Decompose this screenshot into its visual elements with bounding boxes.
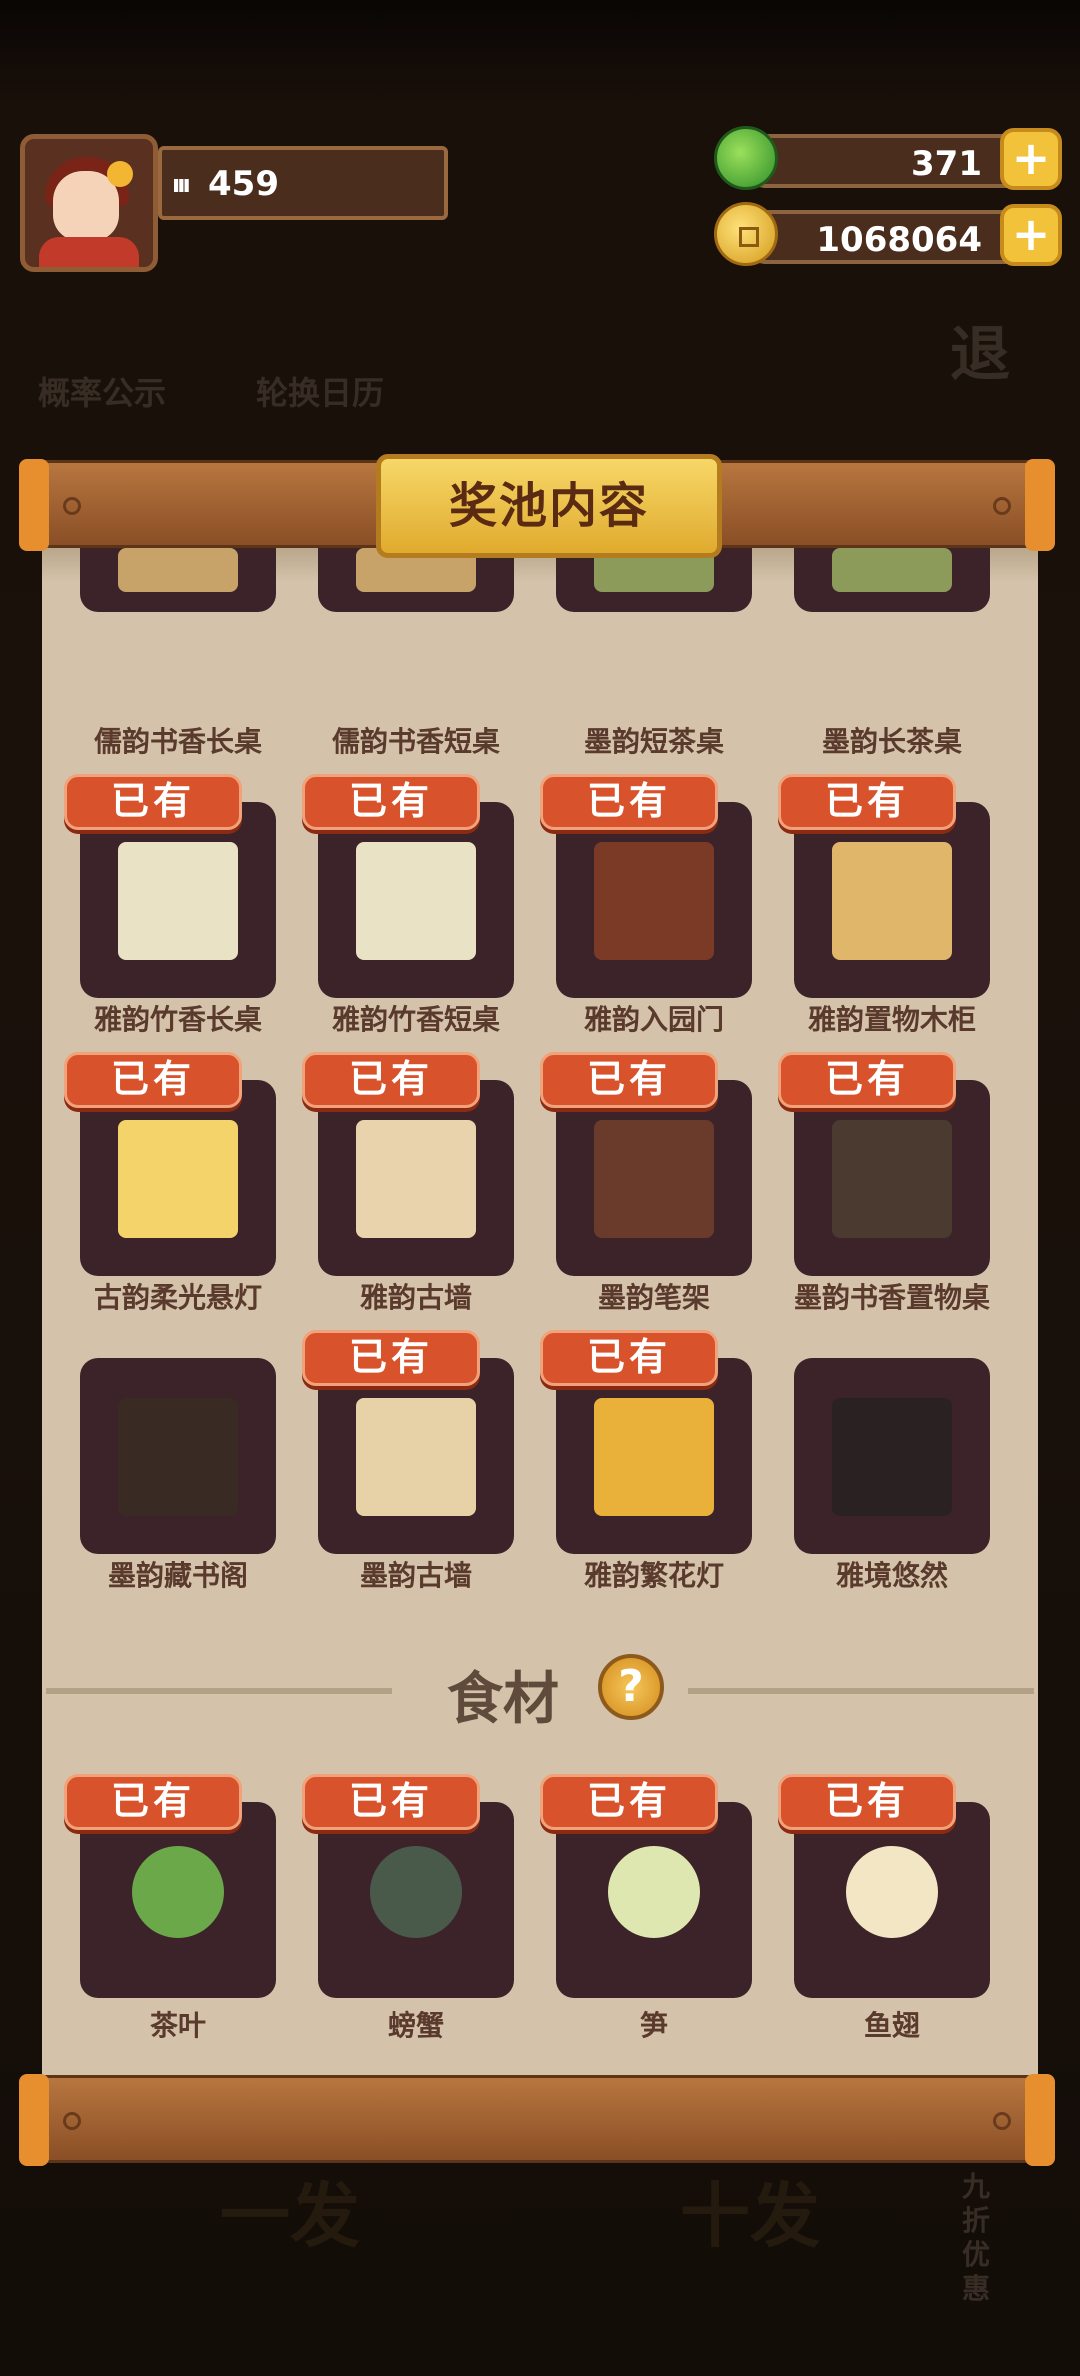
player-score: 459 — [208, 164, 279, 204]
gold-counter: 1068064 + — [714, 202, 1062, 266]
ingredient-card[interactable] — [556, 1802, 752, 1998]
owned-badge: 已有 — [540, 1052, 718, 1108]
shark-fin-image — [846, 1846, 938, 1938]
help-icon[interactable]: ? — [598, 1654, 664, 1720]
owned-badge: 已有 — [64, 1774, 242, 1830]
bookcase-image — [118, 1398, 238, 1516]
prize-item-card[interactable] — [318, 802, 514, 998]
prize-item-card[interactable] — [80, 1080, 276, 1276]
wall2-image — [356, 1398, 476, 1516]
gold-coin-icon — [714, 202, 778, 266]
flowerlamp-image — [594, 1398, 714, 1516]
scene-image — [832, 1398, 952, 1516]
prize-item-card[interactable] — [80, 1358, 276, 1554]
prize-item-card[interactable] — [556, 802, 752, 998]
table-image — [118, 548, 238, 592]
prize-item-label: 雅境悠然 — [835, 1559, 948, 1592]
ingredient-label: 茶叶 — [149, 2009, 206, 2042]
owned-badge: 已有 — [540, 774, 718, 830]
panel-title: 奖池内容 — [376, 454, 722, 558]
prize-item-card[interactable] — [794, 548, 990, 612]
bamboo-image — [118, 842, 238, 960]
player-score-bar: ııı 459 — [158, 146, 448, 220]
owned-badge: 已有 — [302, 774, 480, 830]
shelf-image — [594, 1120, 714, 1238]
prize-item-label: 雅韵繁花灯 — [583, 1559, 724, 1592]
ingredient-label: 鱼翅 — [863, 2009, 920, 2042]
ingredients-section-header: 食材 ? — [42, 1648, 1038, 1732]
prize-item-label: 墨韵书香置物桌 — [793, 1281, 990, 1314]
prize-item-label: 墨韵笔架 — [597, 1281, 710, 1314]
prize-item-label: 墨韵短茶桌 — [583, 725, 724, 758]
owned-badge: 已有 — [302, 1774, 480, 1830]
prize-item-label: 儒韵书香短桌 — [331, 725, 500, 758]
bamboo-shoot-image — [608, 1846, 700, 1938]
prize-item-card[interactable] — [794, 1358, 990, 1554]
cabinet-image — [832, 842, 952, 960]
prize-item-card[interactable] — [318, 1080, 514, 1276]
jade-value: 371 — [911, 144, 982, 184]
owned-badge: 已有 — [64, 1052, 242, 1108]
scroll-rod-bottom — [19, 2074, 1055, 2166]
owned-badge: 已有 — [64, 774, 242, 830]
wall-image — [356, 1120, 476, 1238]
prize-item-label: 古韵柔光悬灯 — [93, 1281, 262, 1314]
prize-pool-list[interactable]: 儒韵书香长桌 儒韵书香短桌 墨韵短茶桌 墨韵长茶桌 已有 雅韵竹香长桌 已有 雅韵竹香短桌 已有… — [42, 548, 1038, 2075]
owned-badge: 已有 — [778, 774, 956, 830]
owned-badge: 已有 — [778, 1774, 956, 1830]
prize-item-card[interactable] — [794, 802, 990, 998]
prize-item-label: 墨韵藏书阁 — [107, 1559, 248, 1592]
owned-badge: 已有 — [778, 1052, 956, 1108]
section-title: 食材 — [447, 1667, 559, 1732]
prize-item-label: 雅韵竹香短桌 — [331, 1003, 500, 1036]
owned-badge: 已有 — [540, 1330, 718, 1386]
player-avatar[interactable] — [20, 134, 158, 272]
tea-leaf-image — [132, 1846, 224, 1938]
teatable-image — [832, 548, 952, 592]
ingredient-card[interactable] — [80, 1802, 276, 1998]
ingredient-label: 笋 — [639, 2009, 668, 2042]
jade-counter: 371 + — [714, 126, 1062, 190]
ingredient-card[interactable] — [318, 1802, 514, 1998]
prize-item-card[interactable] — [80, 548, 276, 612]
bamboo-image — [356, 842, 476, 960]
signal-icon: ııı — [172, 170, 191, 198]
gold-value: 1068064 — [816, 220, 982, 260]
prize-item-label: 墨韵古墙 — [359, 1559, 472, 1592]
ingredient-card[interactable] — [794, 1802, 990, 1998]
prize-item-label: 儒韵书香长桌 — [93, 725, 262, 758]
ingredient-label: 螃蟹 — [387, 2009, 444, 2042]
add-jade-button[interactable]: + — [1000, 128, 1062, 190]
lamp-image — [118, 1120, 238, 1238]
prize-item-label: 雅韵入园门 — [583, 1003, 724, 1036]
prize-item-label: 雅韵古墙 — [359, 1281, 472, 1314]
crab-image — [370, 1846, 462, 1938]
gate-image — [594, 842, 714, 960]
green-orb-icon — [714, 126, 778, 190]
prize-item-card[interactable] — [556, 1358, 752, 1554]
prize-item-label: 雅韵竹香长桌 — [93, 1003, 262, 1036]
prize-item-label: 雅韵置物木柜 — [807, 1003, 976, 1036]
add-gold-button[interactable]: + — [1000, 204, 1062, 266]
owned-badge: 已有 — [540, 1774, 718, 1830]
prize-item-card[interactable] — [556, 1080, 752, 1276]
rack-image — [832, 1120, 952, 1238]
owned-badge: 已有 — [302, 1330, 480, 1386]
prize-item-card[interactable] — [318, 1358, 514, 1554]
prize-item-label: 墨韵长茶桌 — [821, 725, 962, 758]
prize-item-card[interactable] — [80, 802, 276, 998]
prize-item-card[interactable] — [794, 1080, 990, 1276]
owned-badge: 已有 — [302, 1052, 480, 1108]
